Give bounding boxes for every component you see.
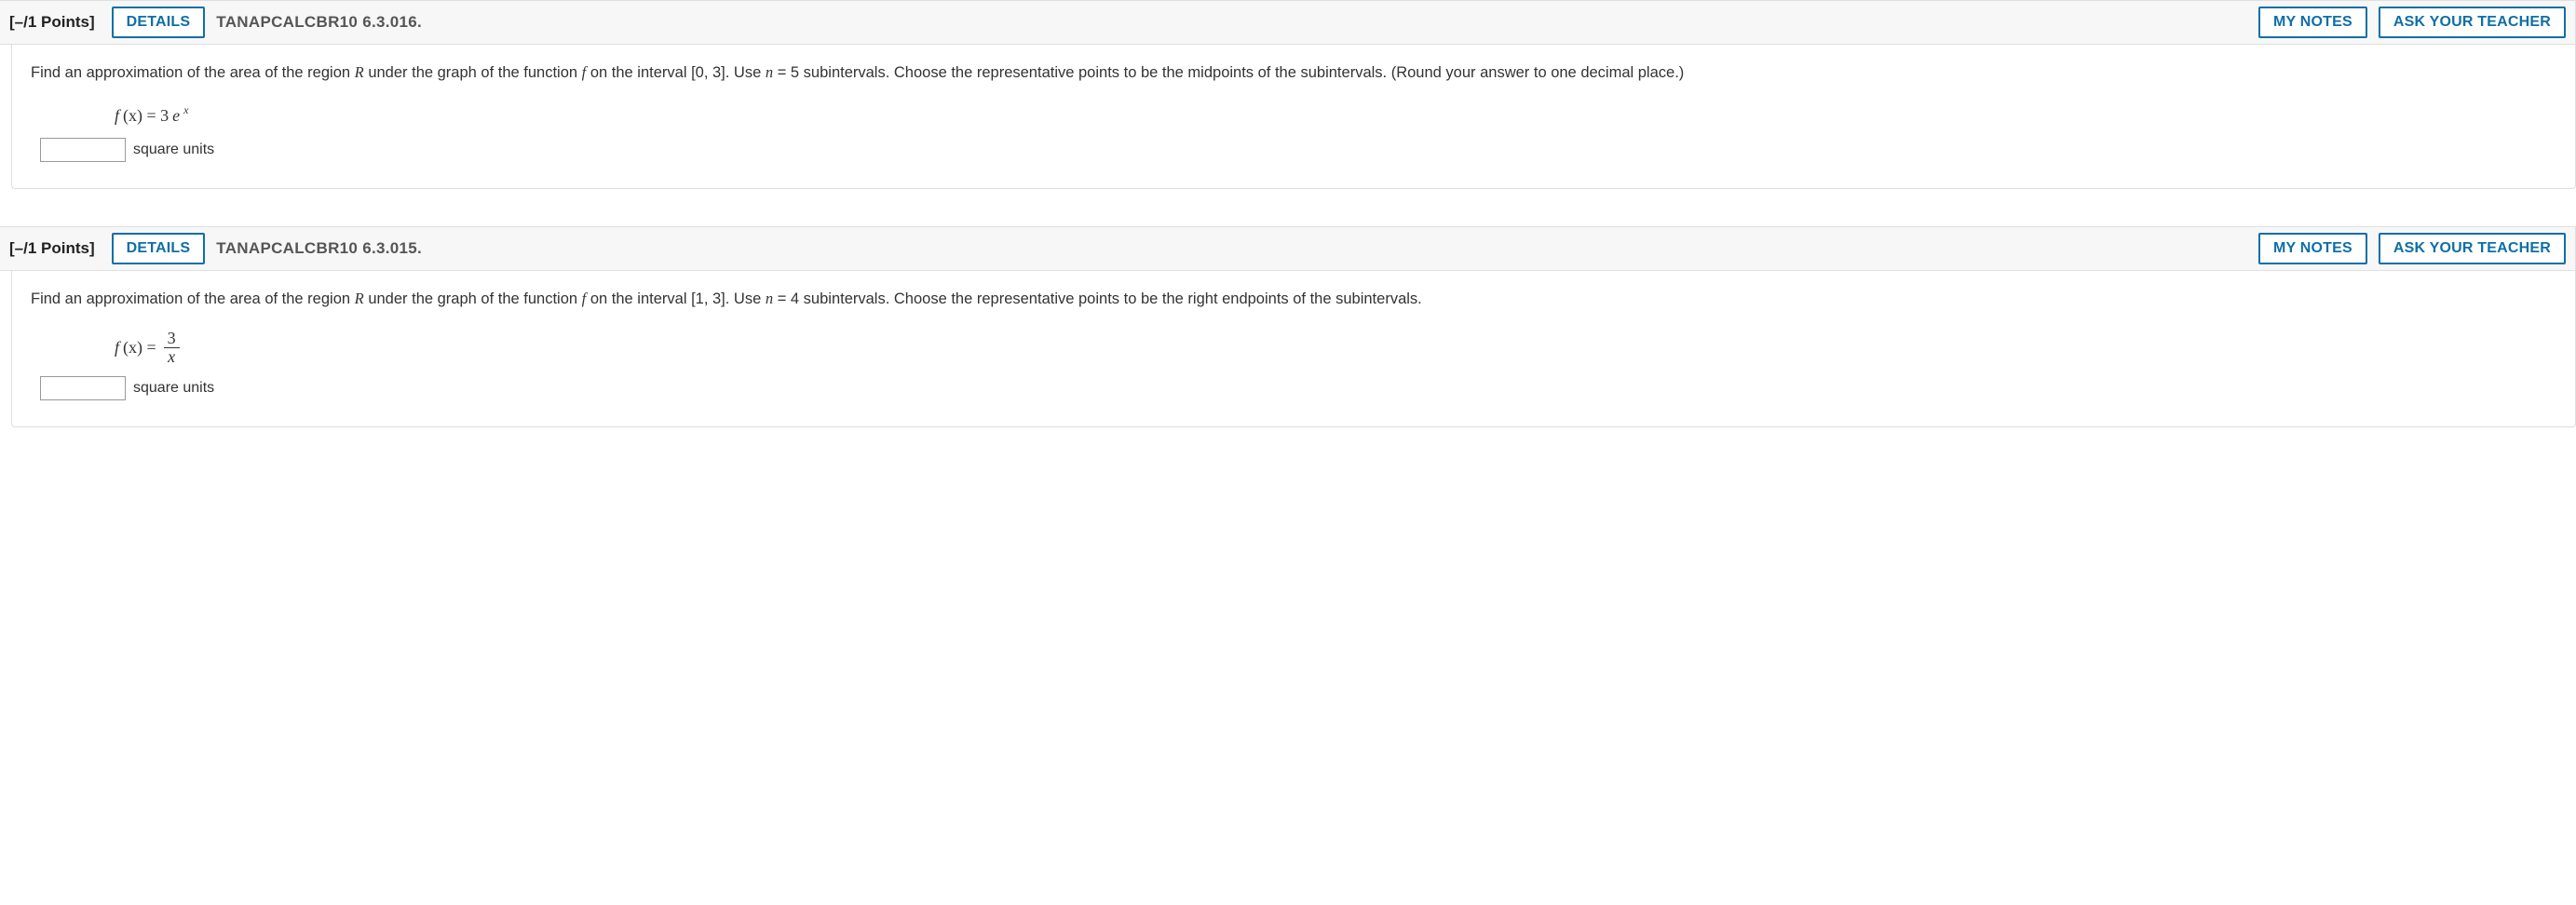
answer-row: square units [40,138,2556,162]
question-body: Find an approximation of the area of the… [11,271,2576,427]
fraction: 3 x [164,330,180,368]
formula-eq: (x) = [123,335,156,360]
prompt-text: = 5 subintervals. Choose the representat… [773,64,1684,81]
details-button[interactable]: DETAILS [112,7,206,38]
question-code: TANAPCALCBR10 6.3.016. [216,13,422,32]
formula-exp: x [183,101,188,118]
points-label: [–/1 Points] [4,9,101,35]
formula-eq: (x) = 3 [123,103,169,128]
question-1: [–/1 Points] DETAILS TANAPCALCBR10 6.3.0… [0,0,2576,189]
ask-teacher-button[interactable]: ASK YOUR TEACHER [2379,233,2566,264]
my-notes-button[interactable]: MY NOTES [2258,7,2367,38]
formula: f(x) = 3 x [115,330,2556,368]
prompt-text: on the interval [0, 3]. Use [586,64,766,81]
points-label: [–/1 Points] [4,236,101,262]
answer-input[interactable] [40,138,126,162]
question-body: Find an approximation of the area of the… [11,45,2576,189]
formula-f: f [115,103,119,128]
formula: f(x) = 3ex [115,103,2556,128]
question-2: [–/1 Points] DETAILS TANAPCALCBR10 6.3.0… [0,226,2576,427]
ask-teacher-button[interactable]: ASK YOUR TEACHER [2379,7,2566,38]
prompt-text: under the graph of the function [364,64,582,81]
prompt-text: under the graph of the function [364,290,582,307]
formula-e: e [172,103,180,128]
answer-row: square units [40,376,2556,400]
formula-f: f [115,335,119,360]
var-R: R [355,290,364,307]
fraction-numerator: 3 [164,330,180,349]
question-prompt: Find an approximation of the area of the… [31,61,2556,85]
var-n: n [766,63,773,81]
question-prompt: Find an approximation of the area of the… [31,288,2556,311]
answer-input[interactable] [40,376,126,400]
units-label: square units [133,377,214,399]
prompt-text: on the interval [1, 3]. Use [586,290,766,307]
question-header: [–/1 Points] DETAILS TANAPCALCBR10 6.3.0… [0,226,2576,271]
prompt-text: = 4 subintervals. Choose the representat… [773,290,1422,307]
prompt-text: Find an approximation of the area of the… [31,290,355,307]
question-header: [–/1 Points] DETAILS TANAPCALCBR10 6.3.0… [0,0,2576,45]
var-n: n [766,290,773,307]
units-label: square units [133,139,214,161]
fraction-denominator: x [164,348,179,367]
var-R: R [355,63,364,81]
question-code: TANAPCALCBR10 6.3.015. [216,239,422,258]
prompt-text: Find an approximation of the area of the… [31,64,355,81]
my-notes-button[interactable]: MY NOTES [2258,233,2367,264]
details-button[interactable]: DETAILS [112,233,206,264]
